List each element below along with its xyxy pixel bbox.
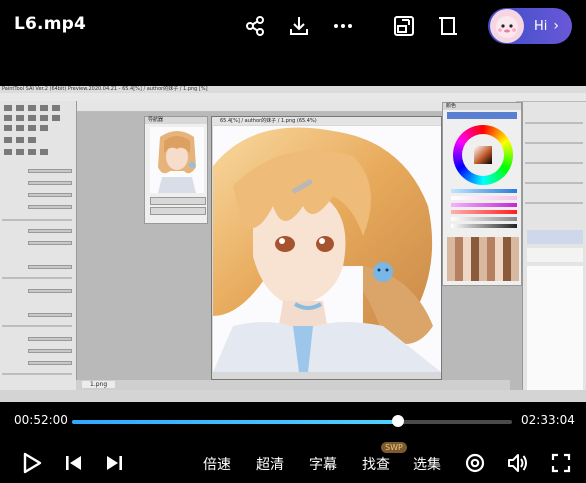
fullscreen-icon[interactable] xyxy=(549,451,573,475)
share-icon[interactable] xyxy=(243,14,267,38)
assistant-avatar-icon xyxy=(490,9,524,43)
progress-fill xyxy=(72,420,398,424)
app-menubar xyxy=(0,93,586,101)
color-square[interactable] xyxy=(474,146,492,164)
canvas-title: 65.4[%] / author的妹子 / 1.png (65.4%) xyxy=(212,117,441,125)
play-icon[interactable] xyxy=(20,451,44,475)
assistant-chevron: › xyxy=(553,18,559,34)
assistant-label: Hi xyxy=(534,18,548,34)
layer-item[interactable] xyxy=(527,248,583,262)
danmaku-icon[interactable] xyxy=(463,451,487,475)
previous-icon[interactable] xyxy=(62,451,86,475)
color-swatches[interactable] xyxy=(447,237,519,281)
video-title: L6.mp4 xyxy=(14,14,87,34)
canvas-window[interactable]: 65.4[%] / author的妹子 / 1.png (65.4%) xyxy=(211,116,442,380)
search-button[interactable]: 找查 xyxy=(362,454,390,474)
tools-panel xyxy=(0,101,77,402)
color-panel-title: 颜色 xyxy=(443,103,521,110)
navigator-thumbnail xyxy=(150,127,204,193)
next-icon[interactable] xyxy=(102,451,126,475)
color-mode-tabs[interactable] xyxy=(447,112,517,119)
canvas-tab[interactable]: 1.png xyxy=(82,381,116,388)
assistant-button[interactable]: Hi › xyxy=(488,8,572,44)
video-frame[interactable]: PaintTool SAI Ver.2 (64bit) Preview.2020… xyxy=(0,86,586,402)
search-badge: SWP xyxy=(381,442,407,453)
speed-button[interactable]: 倍速 xyxy=(203,454,231,474)
total-time: 02:33:04 xyxy=(521,413,575,427)
layer-list[interactable] xyxy=(527,266,583,402)
layer-item[interactable] xyxy=(527,230,583,244)
canvas-artwork[interactable] xyxy=(213,126,441,372)
quality-button[interactable]: 超清 xyxy=(256,454,284,474)
cast-icon[interactable] xyxy=(392,14,416,38)
app-titlebar: PaintTool SAI Ver.2 (64bit) Preview.2020… xyxy=(0,86,586,93)
color-panel[interactable]: 颜色 xyxy=(442,102,522,286)
rotate-slider[interactable] xyxy=(150,207,206,215)
volume-icon[interactable] xyxy=(506,451,530,475)
more-icon[interactable] xyxy=(331,14,355,38)
navigator-title: 导航器 xyxy=(145,117,207,124)
app-statusbar xyxy=(0,390,586,402)
zoom-slider[interactable] xyxy=(150,197,206,205)
canvas-tabs: 1.png xyxy=(76,380,510,390)
subtitles-button[interactable]: 字幕 xyxy=(309,454,337,474)
progress-knob[interactable] xyxy=(391,415,404,427)
current-time: 00:52:00 xyxy=(14,413,68,427)
rotate-screen-icon[interactable] xyxy=(436,14,460,38)
download-icon[interactable] xyxy=(287,14,311,38)
episodes-button[interactable]: 选集 xyxy=(413,454,441,474)
layer-panel[interactable] xyxy=(522,102,586,402)
navigator-panel[interactable]: 导航器 xyxy=(144,116,208,224)
color-wheel[interactable] xyxy=(453,125,513,185)
